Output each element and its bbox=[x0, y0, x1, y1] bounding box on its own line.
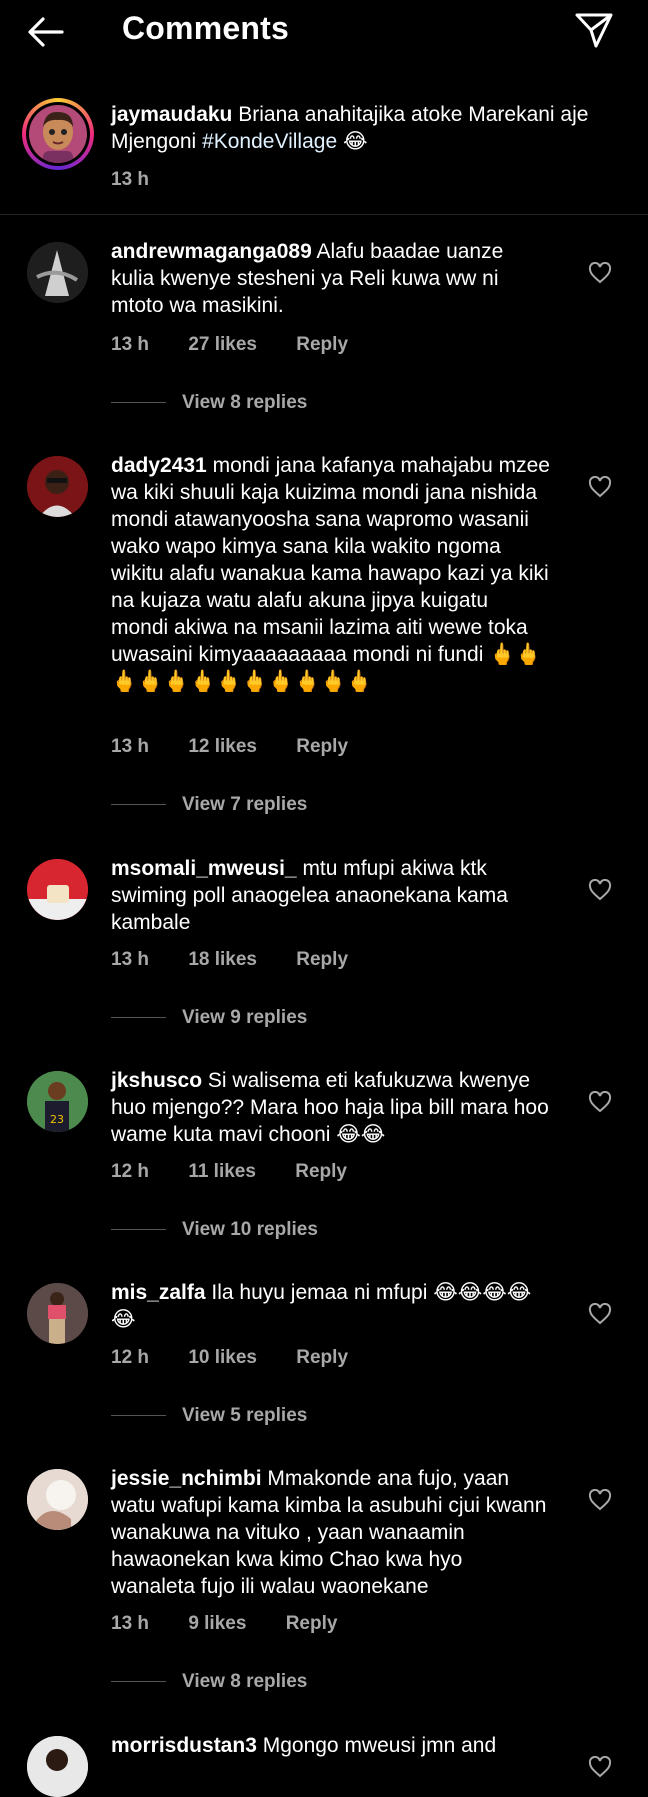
view-replies-label: View 8 replies bbox=[182, 1671, 308, 1692]
back-button[interactable] bbox=[26, 14, 66, 50]
hashtag-link[interactable]: #KondeVillage bbox=[202, 130, 337, 153]
view-replies-button[interactable]: View 5 replies bbox=[111, 1405, 307, 1427]
comment-text: jessie_nchimbi Mmakonde ana fujo, yaan w… bbox=[111, 1465, 551, 1600]
comment-text: msomali_mweusi_ mtu mfupi akiwa ktk swim… bbox=[111, 855, 551, 936]
avatar[interactable] bbox=[27, 1469, 88, 1530]
post-caption: jaymaudaku Briana anahitajika atoke Mare… bbox=[0, 88, 648, 215]
comment-username[interactable]: andrewmaganga089 bbox=[111, 240, 312, 263]
comment-username[interactable]: morrisdustan3 bbox=[111, 1734, 257, 1757]
divider bbox=[111, 402, 166, 404]
likes-count[interactable]: 27 likes bbox=[188, 334, 257, 356]
top-bar: Comments bbox=[0, 0, 648, 64]
comment-username[interactable]: msomali_mweusi_ bbox=[111, 857, 297, 880]
caption-emoji: 😂 bbox=[337, 130, 368, 153]
comment-meta: 13 h 12 likes Reply bbox=[111, 736, 348, 758]
arrow-left-icon bbox=[28, 17, 64, 47]
share-button[interactable] bbox=[574, 10, 614, 50]
view-replies-button[interactable]: View 8 replies bbox=[111, 392, 307, 414]
comment-meta: 12 h 11 likes Reply bbox=[111, 1161, 347, 1183]
view-replies-label: View 8 replies bbox=[182, 392, 308, 413]
comment-body: Mgongo mweusi jmn and bbox=[262, 1734, 497, 1757]
reply-button[interactable]: Reply bbox=[296, 949, 348, 971]
view-replies-label: View 10 replies bbox=[182, 1219, 318, 1240]
heart-outline-icon[interactable] bbox=[588, 1303, 612, 1325]
view-replies-button[interactable]: View 8 replies bbox=[111, 1671, 307, 1693]
divider bbox=[111, 1229, 166, 1231]
reply-button[interactable]: Reply bbox=[286, 1613, 338, 1635]
comment-username[interactable]: dady2431 bbox=[111, 454, 207, 477]
comment-username[interactable]: jkshusco bbox=[111, 1069, 202, 1092]
comment-time: 13 h bbox=[111, 736, 150, 757]
heart-outline-icon[interactable] bbox=[588, 476, 612, 498]
avatar[interactable] bbox=[27, 456, 88, 517]
reply-button[interactable]: Reply bbox=[296, 736, 348, 758]
likes-count[interactable]: 9 likes bbox=[188, 1613, 246, 1635]
comment-time: 13 h bbox=[111, 1613, 150, 1634]
page-title: Comments bbox=[122, 10, 289, 46]
view-replies-button[interactable]: View 10 replies bbox=[111, 1219, 318, 1241]
caption-text: jaymaudaku Briana anahitajika atoke Mare… bbox=[111, 101, 611, 155]
view-replies-button[interactable]: View 9 replies bbox=[111, 1007, 307, 1029]
comment-username[interactable]: jessie_nchimbi bbox=[111, 1467, 262, 1490]
reply-button[interactable]: Reply bbox=[296, 334, 348, 356]
heart-outline-icon[interactable] bbox=[588, 879, 612, 901]
svg-text:23: 23 bbox=[50, 1113, 64, 1126]
likes-count[interactable]: 11 likes bbox=[188, 1161, 256, 1183]
comment-time: 13 h bbox=[111, 334, 150, 355]
caption-time: 13 h bbox=[111, 169, 150, 190]
avatar[interactable] bbox=[27, 859, 88, 920]
heart-outline-icon[interactable] bbox=[588, 262, 612, 284]
comment-text: jkshusco Si walisema eti kafukuzwa kweny… bbox=[111, 1067, 551, 1148]
avatar[interactable] bbox=[27, 1283, 88, 1344]
comment-text: morrisdustan3 Mgongo mweusi jmn and bbox=[111, 1732, 551, 1759]
reply-button[interactable]: Reply bbox=[295, 1161, 347, 1183]
view-replies-label: View 9 replies bbox=[182, 1007, 308, 1028]
comment-time: 13 h bbox=[111, 949, 150, 970]
comment-text: mis_zalfa Ila huyu jemaa ni mfupi 😂😂😂😂😂 bbox=[111, 1279, 551, 1333]
heart-outline-icon[interactable] bbox=[588, 1091, 612, 1113]
view-replies-label: View 5 replies bbox=[182, 1405, 308, 1426]
comment-meta: 13 h 9 likes Reply bbox=[111, 1613, 337, 1635]
likes-count[interactable]: 18 likes bbox=[188, 949, 257, 971]
paper-plane-icon bbox=[575, 13, 613, 48]
comment-text: dady2431 mondi jana kafanya mahajabu mze… bbox=[111, 452, 551, 695]
heart-outline-icon[interactable] bbox=[588, 1756, 612, 1778]
comment-time: 12 h bbox=[111, 1347, 150, 1368]
divider bbox=[111, 1017, 166, 1019]
likes-count[interactable]: 12 likes bbox=[188, 736, 257, 758]
avatar[interactable] bbox=[27, 1736, 88, 1797]
caption-username[interactable]: jaymaudaku bbox=[111, 103, 232, 126]
view-replies-label: View 7 replies bbox=[182, 794, 308, 815]
comment-meta: 13 h 18 likes Reply bbox=[111, 949, 348, 971]
comment-username[interactable]: mis_zalfa bbox=[111, 1281, 206, 1304]
likes-count[interactable]: 10 likes bbox=[188, 1347, 257, 1369]
avatar[interactable] bbox=[27, 242, 88, 303]
avatar[interactable] bbox=[22, 98, 94, 170]
view-replies-button[interactable]: View 7 replies bbox=[111, 794, 307, 816]
divider bbox=[111, 1415, 166, 1417]
comment-meta: 13 h 27 likes Reply bbox=[111, 334, 348, 356]
heart-outline-icon[interactable] bbox=[588, 1489, 612, 1511]
comment-body: mondi jana kafanya mahajabu mzee wa kiki… bbox=[111, 454, 550, 693]
comment-time: 12 h bbox=[111, 1161, 150, 1182]
comment-text: andrewmaganga089 Alafu baadae uanze kuli… bbox=[111, 238, 551, 319]
comment-meta: 12 h 10 likes Reply bbox=[111, 1347, 348, 1369]
avatar[interactable]: 23 bbox=[27, 1071, 88, 1132]
divider bbox=[111, 804, 166, 806]
divider bbox=[111, 1681, 166, 1683]
reply-button[interactable]: Reply bbox=[296, 1347, 348, 1369]
